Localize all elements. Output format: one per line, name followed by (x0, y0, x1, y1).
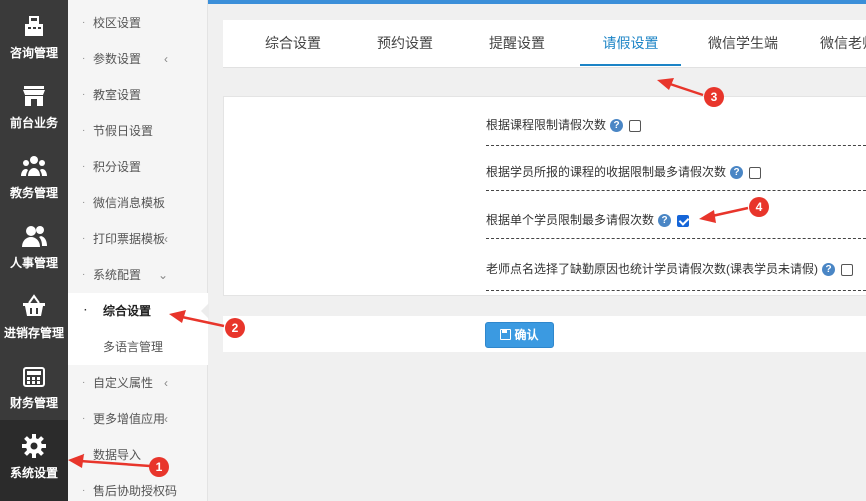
submenu-item-print-template[interactable]: · 打印票据模板 ‹ (68, 221, 208, 257)
annotation-badge-1: 1 (149, 457, 169, 477)
rail-item-inventory[interactable]: 进销存管理 (0, 280, 68, 350)
submenu-item-params[interactable]: · 参数设置 ‹ (68, 41, 208, 77)
settings-tabs: 综合设置 预约设置 提醒设置 请假设置 微信学生端 微信老师 (223, 20, 866, 68)
submenu-label: 数据导入 (93, 448, 142, 462)
submenu-item-custom-attributes[interactable]: · 自定义属性 ‹ (68, 365, 208, 401)
tab-booking[interactable]: 预约设置 (355, 20, 455, 66)
submenu-item-data-import[interactable]: · 数据导入 (68, 437, 208, 473)
submenu-item-addons[interactable]: · 更多增值应用 ‹ (68, 401, 208, 437)
option-label: 根据课程限制请假次数 (486, 118, 607, 132)
save-icon (500, 329, 512, 340)
main-nav-rail: 咨询管理 前台业务 教务管理 人事管理 进销存管理 财务管理 系统设置 (0, 0, 68, 501)
chevron-left-icon: ‹ (164, 232, 168, 246)
rail-item-frontdesk[interactable]: 前台业务 (0, 70, 68, 140)
rail-label: 进销存管理 (3, 326, 64, 340)
submenu-item-wechat-template[interactable]: · 微信消息模板 (68, 185, 208, 221)
settings-submenu: · 校区设置 · 参数设置 ‹ · 教室设置 · 节假日设置 · 积分设置 · 微信消息模板 … (68, 0, 209, 501)
tab-wechat-teacher[interactable]: 微信老师 (806, 20, 866, 66)
chevron-left-icon: ‹ (164, 376, 168, 390)
rail-item-hr[interactable]: 人事管理 (0, 210, 68, 280)
option-label: 根据单个学员限制最多请假次数 (486, 213, 655, 227)
submenu-label: 节假日设置 (93, 124, 154, 138)
submenu-label: 打印票据模板 (93, 232, 166, 246)
submenu-item-support-code[interactable]: · 售后协助授权码 (68, 473, 208, 501)
submenu-item-general-settings[interactable]: · 综合设置 (68, 293, 209, 329)
tab-reminder[interactable]: 提醒设置 (467, 20, 567, 66)
submenu-item-classroom[interactable]: · 教室设置 (68, 77, 208, 113)
rail-label: 教务管理 (9, 186, 58, 200)
rail-item-academic[interactable]: 教务管理 (0, 140, 68, 210)
option-checkbox[interactable] (749, 166, 762, 179)
submenu-label: 教室设置 (93, 88, 142, 102)
submenu-label: 综合设置 (103, 304, 152, 318)
rail-item-system[interactable]: 系统设置 (0, 420, 68, 501)
chevron-down-icon: ⌄ (157, 268, 168, 282)
submenu-label: 自定义属性 (93, 376, 154, 390)
help-icon[interactable]: ? (730, 166, 744, 180)
option-absence-count: 老师点名选择了缺勤原因也统计学员请假次数(课表学员未请假)? (486, 246, 866, 291)
annotation-badge-4: 4 (749, 197, 769, 217)
top-accent-bar (208, 0, 866, 4)
help-icon[interactable]: ? (658, 214, 672, 228)
help-icon[interactable]: ? (610, 119, 624, 133)
annotation-badge-2: 2 (225, 318, 245, 338)
help-icon[interactable]: ? (822, 263, 835, 277)
submenu-label: 售后协助授权码 (93, 484, 178, 498)
rail-label: 咨询管理 (9, 46, 58, 60)
submenu-item-campus[interactable]: · 校区设置 (68, 5, 208, 41)
gear-icon (22, 434, 46, 458)
option-label: 老师点名选择了缺勤原因也统计学员请假次数(课表学员未请假) (486, 262, 818, 276)
tab-general[interactable]: 综合设置 (243, 20, 343, 66)
submenu-item-system-config[interactable]: · 系统配置 ⌄ (68, 257, 208, 293)
rail-item-consult[interactable]: 咨询管理 (0, 0, 68, 70)
rail-label: 财务管理 (9, 396, 58, 410)
storefront-icon (23, 86, 45, 106)
submenu-label: 校区设置 (93, 16, 142, 30)
option-receipt-limit: 根据学员所报的课程的收据限制最多请假次数? (486, 151, 866, 191)
option-course-limit: 根据课程限制请假次数? (486, 106, 866, 146)
submenu-label: 积分设置 (93, 160, 142, 174)
option-checkbox[interactable] (629, 119, 642, 132)
confirm-button[interactable]: 确认 (485, 322, 554, 348)
confirm-label: 确认 (514, 328, 539, 342)
rail-label: 人事管理 (9, 256, 58, 270)
option-checkbox[interactable] (677, 214, 690, 227)
submenu-label: 参数设置 (93, 52, 142, 66)
people-icon (22, 226, 47, 247)
submenu-label: 微信消息模板 (93, 196, 166, 210)
tab-leave[interactable]: 请假设置 (580, 20, 681, 66)
option-student-limit: 根据单个学员限制最多请假次数? (486, 199, 866, 239)
calculator-icon (23, 367, 45, 387)
chevron-left-icon: ‹ (164, 52, 168, 66)
rail-item-finance[interactable]: 财务管理 (0, 350, 68, 420)
chevron-left-icon: ‹ (164, 412, 168, 426)
tab-wechat-student[interactable]: 微信学生端 (693, 20, 793, 66)
option-label: 根据学员所报的课程的收据限制最多请假次数 (486, 165, 727, 179)
group-icon (21, 156, 47, 176)
option-checkbox[interactable] (841, 263, 853, 276)
register-icon (25, 16, 43, 36)
submenu-label: 多语言管理 (103, 340, 164, 354)
rail-label: 系统设置 (9, 466, 58, 480)
annotation-badge-3: 3 (704, 87, 724, 107)
submenu-item-language[interactable]: 多语言管理 (68, 329, 208, 365)
submenu-item-points[interactable]: · 积分设置 (68, 149, 208, 185)
submenu-label: 系统配置 (93, 268, 142, 282)
submenu-label: 更多增值应用 (93, 412, 166, 426)
basket-icon (23, 294, 45, 316)
rail-label: 前台业务 (9, 116, 58, 130)
submenu-item-holiday[interactable]: · 节假日设置 (68, 113, 208, 149)
